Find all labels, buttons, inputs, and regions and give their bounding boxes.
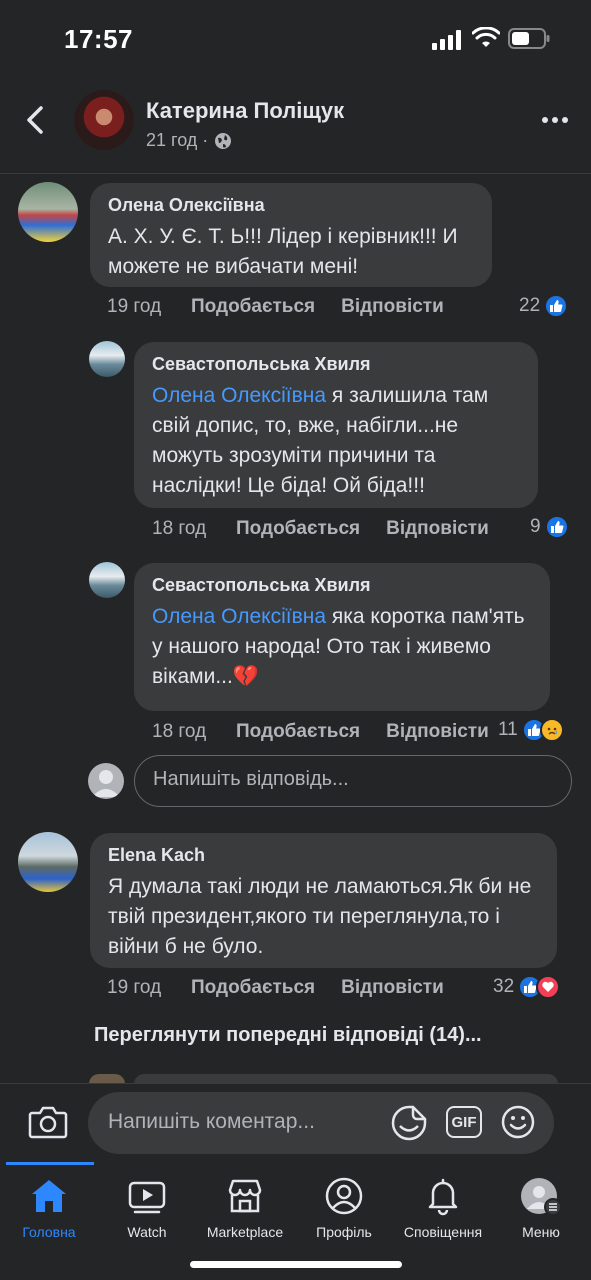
comment-composer: Напишіть коментар... GIF [0,1084,591,1162]
comment-bubble: Elena Kach Я думала такі люди не ламають… [90,833,557,968]
comment-time: 18 год [152,721,207,742]
comment-time: 19 год [107,296,162,317]
love-reaction-icon [536,975,561,999]
marketplace-icon [228,1179,262,1213]
comment-author[interactable]: Севастопольська Хвиля [152,354,520,375]
tab-label: Головна [22,1224,76,1240]
like-button[interactable]: Подобається [191,977,315,999]
mention-link[interactable]: Олена Олексіївна [152,605,326,628]
reaction-count: 9 [530,516,541,537]
home-icon [32,1180,66,1212]
tab-label: Marketplace [206,1224,284,1240]
comment-time: 19 год [107,977,162,998]
comment-text: Я думала такі люди не ламаються.Як би не… [108,875,532,958]
reply-button[interactable]: Відповісти [386,518,489,540]
comment-text: Олена Олексіївна яка коротка пам'ять у н… [152,602,532,692]
reaction-summary[interactable]: 22 [519,294,569,318]
comment-actions: 19 год Подобається Відповісти [107,977,444,999]
back-icon[interactable] [20,104,52,136]
my-avatar [88,763,124,799]
reply-input[interactable]: Напишіть відповідь... [134,755,572,807]
reply-button[interactable]: Відповісти [341,977,444,999]
status-time: 17:57 [64,24,133,54]
status-bar: 17:57 [0,0,591,80]
tab-notifications[interactable]: Сповіщення [393,1176,493,1240]
author-avatar[interactable] [74,90,134,150]
bell-icon [428,1178,458,1216]
comment-text: Олена Олексіївна я залишила там свій доп… [152,381,520,501]
comment-actions: 19 год Подобається Відповісти [107,296,444,318]
comment-text: А. Х. У. Є. Т. Ь!!! Лідер і керівник!!! … [108,225,458,278]
like-button[interactable]: Подобається [191,296,315,318]
reply-button[interactable]: Відповісти [341,296,444,318]
reaction-summary[interactable]: 32 [493,975,561,999]
profile-icon [325,1177,363,1215]
like-button[interactable]: Подобається [236,518,360,540]
signal-icon [432,30,461,50]
comment-author[interactable]: Олена Олексіївна [108,195,474,216]
commenter-avatar[interactable] [18,832,78,892]
gif-icon[interactable]: GIF [446,1106,482,1138]
active-tab-indicator [6,1162,94,1165]
menu-avatar-icon [521,1178,562,1216]
tab-profile[interactable]: Профіль [294,1176,394,1240]
header-divider [0,173,591,174]
comment-author[interactable]: Elena Kach [108,845,539,866]
emoji-icon[interactable] [500,1104,536,1140]
commenter-avatar[interactable] [89,562,125,598]
like-button[interactable]: Подобається [236,721,360,743]
globe-icon [215,132,232,149]
reply-button[interactable]: Відповісти [386,721,489,743]
like-reaction-icon [544,294,569,318]
camera-icon[interactable] [28,1104,68,1140]
mention-link[interactable]: Олена Олексіївна [152,384,326,407]
tab-label: Меню [522,1224,560,1240]
sticker-icon[interactable] [390,1104,428,1142]
commenter-avatar[interactable] [89,341,125,377]
comment-actions: 18 год Подобається Відповісти [152,518,489,540]
tab-menu[interactable]: Меню [491,1176,591,1240]
tab-home[interactable]: Головна [0,1176,99,1240]
reaction-summary[interactable]: 9 [530,515,569,539]
comment-bubble: Олена Олексіївна А. Х. У. Є. Т. Ь!!! Лід… [90,183,492,287]
more-icon[interactable] [540,108,570,132]
gif-label: GIF [451,1113,477,1131]
view-previous-replies[interactable]: Переглянути попередні відповіді (14)... [94,1024,482,1047]
tab-watch[interactable]: Watch [97,1176,197,1240]
like-reaction-icon [544,515,569,539]
post-time: 21 год · [146,130,209,150]
battery-icon [508,28,550,49]
tab-label: Watch [127,1224,167,1240]
reaction-count: 11 [498,719,518,740]
watch-icon [128,1181,166,1214]
wifi-icon [472,27,500,47]
comment-bubble: Севастопольська Хвиля Олена Олексіївна я… [134,563,550,711]
home-indicator [190,1261,402,1268]
tab-label: Сповіщення [403,1224,483,1240]
sad-reaction-icon [539,718,564,742]
comment-author[interactable]: Севастопольська Хвиля [152,575,532,596]
tab-label: Профіль [316,1224,372,1240]
tab-marketplace[interactable]: Marketplace [195,1176,295,1240]
post-meta: 21 год · [146,130,232,151]
comment-bubble: Севастопольська Хвиля Олена Олексіївна я… [134,342,538,508]
post-header: Катерина Поліщук 21 год · [0,80,591,162]
comment-actions: 18 год Подобається Відповісти [152,721,489,743]
reaction-summary[interactable]: 11 [498,718,564,742]
author-name[interactable]: Катерина Поліщук [146,98,344,124]
reaction-count: 32 [493,976,515,997]
comment-time: 18 год [152,518,207,539]
commenter-avatar[interactable] [18,182,78,242]
reaction-count: 22 [519,295,541,316]
comment-input[interactable]: Напишіть коментар... [88,1092,554,1154]
